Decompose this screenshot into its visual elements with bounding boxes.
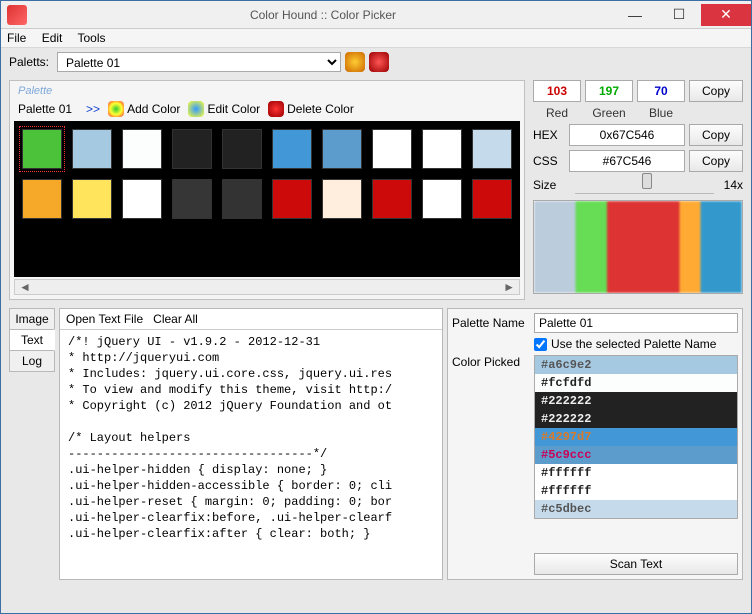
- minimize-button[interactable]: —: [613, 4, 657, 26]
- picked-color-row[interactable]: #4297d7: [535, 428, 737, 446]
- palette-scrollbar[interactable]: ◄►: [14, 279, 520, 295]
- css-label: CSS: [533, 154, 565, 168]
- swatch[interactable]: [72, 129, 112, 169]
- swatch[interactable]: [422, 129, 462, 169]
- tab-log[interactable]: Log: [9, 350, 55, 372]
- edit-color-icon: [188, 101, 204, 117]
- palette-expand[interactable]: >>: [86, 102, 100, 116]
- clear-all-button[interactable]: Clear All: [153, 312, 198, 326]
- window-title: Color Hound :: Color Picker: [33, 8, 613, 22]
- scan-text-button[interactable]: Scan Text: [534, 553, 738, 575]
- palette-name-input[interactable]: [534, 313, 738, 333]
- picked-color-row[interactable]: #222222: [535, 392, 737, 410]
- paletts-label: Paletts:: [9, 55, 49, 69]
- copy-hex-button[interactable]: Copy: [689, 124, 743, 146]
- swatch[interactable]: [22, 179, 62, 219]
- hex-label: HEX: [533, 128, 565, 142]
- edit-color-button[interactable]: Edit Color: [188, 101, 260, 117]
- copy-rgb-button[interactable]: Copy: [689, 80, 743, 102]
- palette-remove-icon[interactable]: [369, 52, 389, 72]
- palette-group: Palette Palette 01 >> Add Color Edit Col…: [9, 80, 525, 300]
- color-picked-label: Color Picked: [452, 355, 530, 369]
- add-color-button[interactable]: Add Color: [108, 101, 180, 117]
- copy-css-button[interactable]: Copy: [689, 150, 743, 172]
- swatch[interactable]: [372, 179, 412, 219]
- swatch[interactable]: [122, 129, 162, 169]
- tab-text[interactable]: Text: [9, 329, 55, 351]
- hex-value: 0x67C546: [569, 124, 685, 146]
- maximize-button[interactable]: ☐: [657, 4, 701, 26]
- text-body[interactable]: /*! jQuery UI - v1.9.2 - 2012-12-31* htt…: [60, 330, 442, 579]
- blue-label: Blue: [637, 106, 685, 120]
- blue-value: 70: [637, 80, 685, 102]
- css-value: #67C546: [569, 150, 685, 172]
- zoom-value: 14x: [724, 178, 743, 192]
- swatch[interactable]: [372, 129, 412, 169]
- close-button[interactable]: ✕: [701, 4, 751, 26]
- swatch[interactable]: [272, 179, 312, 219]
- text-pane: Open Text File Clear All /*! jQuery UI -…: [59, 308, 443, 580]
- tab-image[interactable]: Image: [9, 308, 55, 330]
- slider-thumb[interactable]: [642, 173, 652, 189]
- use-selected-checkbox[interactable]: Use the selected Palette Name: [534, 337, 716, 351]
- swatch[interactable]: [122, 179, 162, 219]
- use-selected-cb-input[interactable]: [534, 338, 547, 351]
- swatch[interactable]: [422, 179, 462, 219]
- picked-color-row[interactable]: #c5dbec: [535, 500, 737, 518]
- palette-name: Palette 01: [18, 102, 72, 116]
- swatch[interactable]: [22, 129, 62, 169]
- palette-name-label: Palette Name: [452, 316, 530, 330]
- size-label: Size: [533, 178, 565, 192]
- open-text-button[interactable]: Open Text File: [66, 312, 143, 326]
- scroll-left-icon[interactable]: ◄: [19, 280, 31, 294]
- menu-bar: File Edit Tools: [1, 29, 751, 48]
- swatch[interactable]: [322, 179, 362, 219]
- picked-color-row[interactable]: #ffffff: [535, 464, 737, 482]
- app-icon: [7, 5, 27, 25]
- palette-add-icon[interactable]: [345, 52, 365, 72]
- swatch[interactable]: [172, 129, 212, 169]
- swatch[interactable]: [172, 179, 212, 219]
- palette-select[interactable]: Palette 01: [57, 52, 341, 72]
- picked-color-row[interactable]: #ffffff: [535, 482, 737, 500]
- delete-color-icon: [268, 101, 284, 117]
- swatch-area: [14, 121, 520, 277]
- green-label: Green: [585, 106, 633, 120]
- zoom-slider[interactable]: [575, 176, 714, 194]
- menu-tools[interactable]: Tools: [78, 31, 106, 45]
- swatch[interactable]: [472, 129, 512, 169]
- menu-file[interactable]: File: [7, 31, 26, 45]
- delete-color-button[interactable]: Delete Color: [268, 101, 354, 117]
- add-color-icon: [108, 101, 124, 117]
- swatch[interactable]: [222, 129, 262, 169]
- red-label: Red: [533, 106, 581, 120]
- picked-color-row[interactable]: #222222: [535, 410, 737, 428]
- red-value: 103: [533, 80, 581, 102]
- swatch[interactable]: [472, 179, 512, 219]
- picked-color-row[interactable]: #fcfdfd: [535, 374, 737, 392]
- swatch[interactable]: [222, 179, 262, 219]
- swatch[interactable]: [322, 129, 362, 169]
- palette-group-title: Palette: [12, 83, 522, 99]
- green-value: 197: [585, 80, 633, 102]
- swatch[interactable]: [272, 129, 312, 169]
- menu-edit[interactable]: Edit: [42, 31, 63, 45]
- picked-color-row[interactable]: #a6c9e2: [535, 356, 737, 374]
- magnifier-preview: [533, 200, 743, 294]
- color-picked-list[interactable]: #a6c9e2#fcfdfd#222222#222222#4297d7#5c9c…: [534, 355, 738, 519]
- swatch[interactable]: [72, 179, 112, 219]
- scroll-right-icon[interactable]: ►: [503, 280, 515, 294]
- picked-color-row[interactable]: #5c9ccc: [535, 446, 737, 464]
